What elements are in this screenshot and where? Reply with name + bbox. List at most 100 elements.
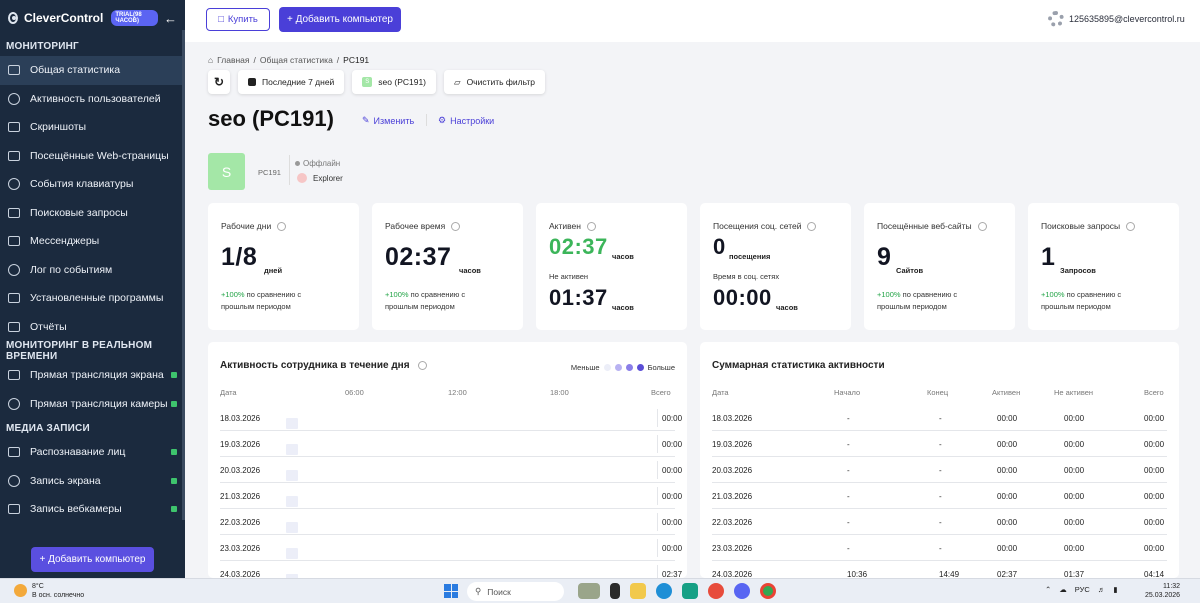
hour-cell[interactable] (286, 496, 298, 507)
info-icon[interactable] (1126, 221, 1136, 231)
sidebar-monitoring-item-3[interactable]: Посещённые Web-страницы (0, 142, 185, 171)
comparison-percent: +100% (1041, 290, 1065, 299)
social-time-label: Время в соц. сетях (713, 272, 780, 281)
taskbar-widget-icon[interactable] (578, 583, 600, 599)
clock-time: 11:32 (1163, 583, 1181, 590)
info-icon[interactable] (586, 221, 596, 231)
row-total: 02:37 (662, 570, 683, 578)
clear-filter-button[interactable]: ▱ Очистить фильтр (444, 70, 546, 94)
volume-icon[interactable]: ♬ (1098, 585, 1106, 594)
edit-link[interactable]: ✎ Изменить (362, 115, 414, 126)
account-gear-icon[interactable] (1048, 11, 1064, 27)
row-total: 00:00 (662, 466, 683, 475)
hour-cell[interactable] (286, 444, 298, 455)
sidebar-monitoring-item-4[interactable]: События клавиатуры (0, 170, 185, 199)
summary-cell: - (939, 492, 942, 501)
taskbar-clock[interactable]: 11:32 25.03.2026 (1145, 582, 1180, 600)
sidebar-monitoring-item-5[interactable]: Поисковые запросы (0, 199, 185, 228)
sidebar-realtime-item-0[interactable]: Прямая трансляция экрана (0, 361, 185, 390)
sidebar-monitoring-item-9[interactable]: Отчёты (0, 313, 185, 342)
weather-desc: В осн. солнечно (32, 592, 85, 599)
language-indicator[interactable]: РУС (1075, 585, 1090, 594)
computer-name: PC191 (258, 168, 281, 177)
info-icon[interactable] (977, 221, 987, 231)
yandex-icon[interactable] (708, 583, 724, 599)
activity-row: 18.03.2026 00:00 (220, 405, 682, 431)
buy-button[interactable]: □ Купить (206, 8, 270, 31)
sidebar-media-item-1[interactable]: Запись экрана (0, 467, 185, 496)
summary-cell: 23.03.2026 (712, 544, 753, 553)
row-total: 00:00 (662, 414, 683, 423)
lock-icon (171, 477, 177, 484)
file-explorer-icon[interactable] (630, 583, 646, 599)
breadcrumb-stats[interactable]: Общая статистика (260, 55, 333, 65)
hour-cell[interactable] (286, 470, 298, 481)
chrome-icon[interactable] (760, 583, 776, 599)
sidebar-monitoring-item-6[interactable]: Мессенджеры (0, 227, 185, 256)
row-total: 00:00 (662, 544, 683, 553)
taskbar-search[interactable]: ⚲ Поиск (467, 582, 564, 601)
tray-cloud-icon[interactable]: ☁ (1059, 585, 1067, 594)
os-taskbar: 8°C В осн. солнечно ⚲ Поиск ⌃ ☁ РУС ♬ ▮ 1… (0, 578, 1200, 603)
info-icon[interactable] (277, 221, 287, 231)
info-icon[interactable] (451, 221, 461, 231)
weather-sun-icon[interactable] (14, 584, 27, 597)
legend-swatch (625, 364, 633, 371)
hour-cell[interactable] (286, 548, 298, 559)
summary-row: 23.03.2026 - - 00:00 00:00 00:00 (712, 535, 1167, 561)
legend-swatch (636, 364, 644, 371)
menu-label: Мессенджеры (30, 235, 100, 248)
active-unit: часов (612, 252, 634, 261)
comparison-text: по сравнению с (902, 290, 958, 299)
sidebar-monitoring-item-1[interactable]: Активность пользователей (0, 85, 185, 114)
sidebar-monitoring-item-8[interactable]: Установленные программы (0, 284, 185, 313)
sidebar-monitoring-item-0[interactable]: Общая статистика (0, 56, 185, 85)
user-email[interactable]: 125635895@clevercontrol.ru (1069, 14, 1185, 24)
weather-widget[interactable]: 8°C В осн. солнечно (32, 582, 84, 600)
sidebar-monitoring-item-7[interactable]: Лог по событиям (0, 256, 185, 285)
discord-icon[interactable] (734, 583, 750, 599)
sidebar-scrollbar[interactable] (182, 30, 185, 520)
info-icon[interactable] (807, 221, 817, 231)
activity-row: 22.03.2026 00:00 (220, 509, 682, 535)
menu-icon (8, 122, 20, 133)
comparison-text: по сравнению с (410, 290, 466, 299)
summary-cell: - (847, 492, 850, 501)
breadcrumb-home[interactable]: Главная (217, 55, 249, 65)
row-divider (657, 461, 658, 479)
tray-chevron-icon[interactable]: ⌃ (1045, 585, 1051, 594)
add-computer-button[interactable]: + Добавить компьютер (279, 7, 401, 32)
settings-link[interactable]: ⚙ Настройки (438, 115, 494, 126)
comparison-percent: +100% (221, 290, 245, 299)
social-visits-value: 0 (713, 234, 726, 259)
battery-icon[interactable]: ▮ (1113, 585, 1117, 594)
cart-icon: □ (218, 14, 224, 25)
period-filter[interactable]: Последние 7 дней (238, 70, 345, 94)
sidebar-monitoring-item-2[interactable]: Скриншоты (0, 113, 185, 142)
menu-icon (8, 474, 20, 487)
windows-start-icon[interactable] (444, 584, 458, 598)
sidebar-realtime-item-1[interactable]: Прямая трансляция камеры (0, 390, 185, 419)
hour-cell[interactable] (286, 418, 298, 429)
section-realtime: МОНИТОРИНГ В РЕАЛЬНОМ ВРЕМЕНИ (6, 340, 153, 362)
refresh-button[interactable]: ↻ (208, 70, 230, 94)
menu-label: Поисковые запросы (30, 206, 128, 219)
edit-label: Изменить (373, 115, 415, 126)
edge-icon[interactable] (656, 583, 672, 599)
info-icon[interactable] (417, 361, 427, 370)
col-hour-18: 18:00 (550, 388, 569, 397)
home-icon[interactable]: ⌂ (208, 55, 213, 65)
collapse-sidebar-icon[interactable]: ← (164, 11, 177, 26)
sidebar-media-item-0[interactable]: Распознавание лиц (0, 438, 185, 467)
computer-filter[interactable]: S seo (PC191) (352, 70, 437, 94)
sidebar-media-item-2[interactable]: Запись вебкамеры (0, 495, 185, 524)
store-icon[interactable] (682, 583, 698, 599)
search-icon: ⚲ (475, 586, 482, 596)
task-view-icon[interactable] (610, 583, 620, 599)
comparison-percent: +100% (385, 290, 409, 299)
sidebar-add-computer-button[interactable]: + Добавить компьютер (31, 547, 154, 572)
hour-cell[interactable] (286, 522, 298, 533)
summary-cell: - (847, 544, 850, 553)
legend-less: Меньше (570, 363, 600, 372)
summary-cell: 00:00 (1144, 492, 1165, 501)
